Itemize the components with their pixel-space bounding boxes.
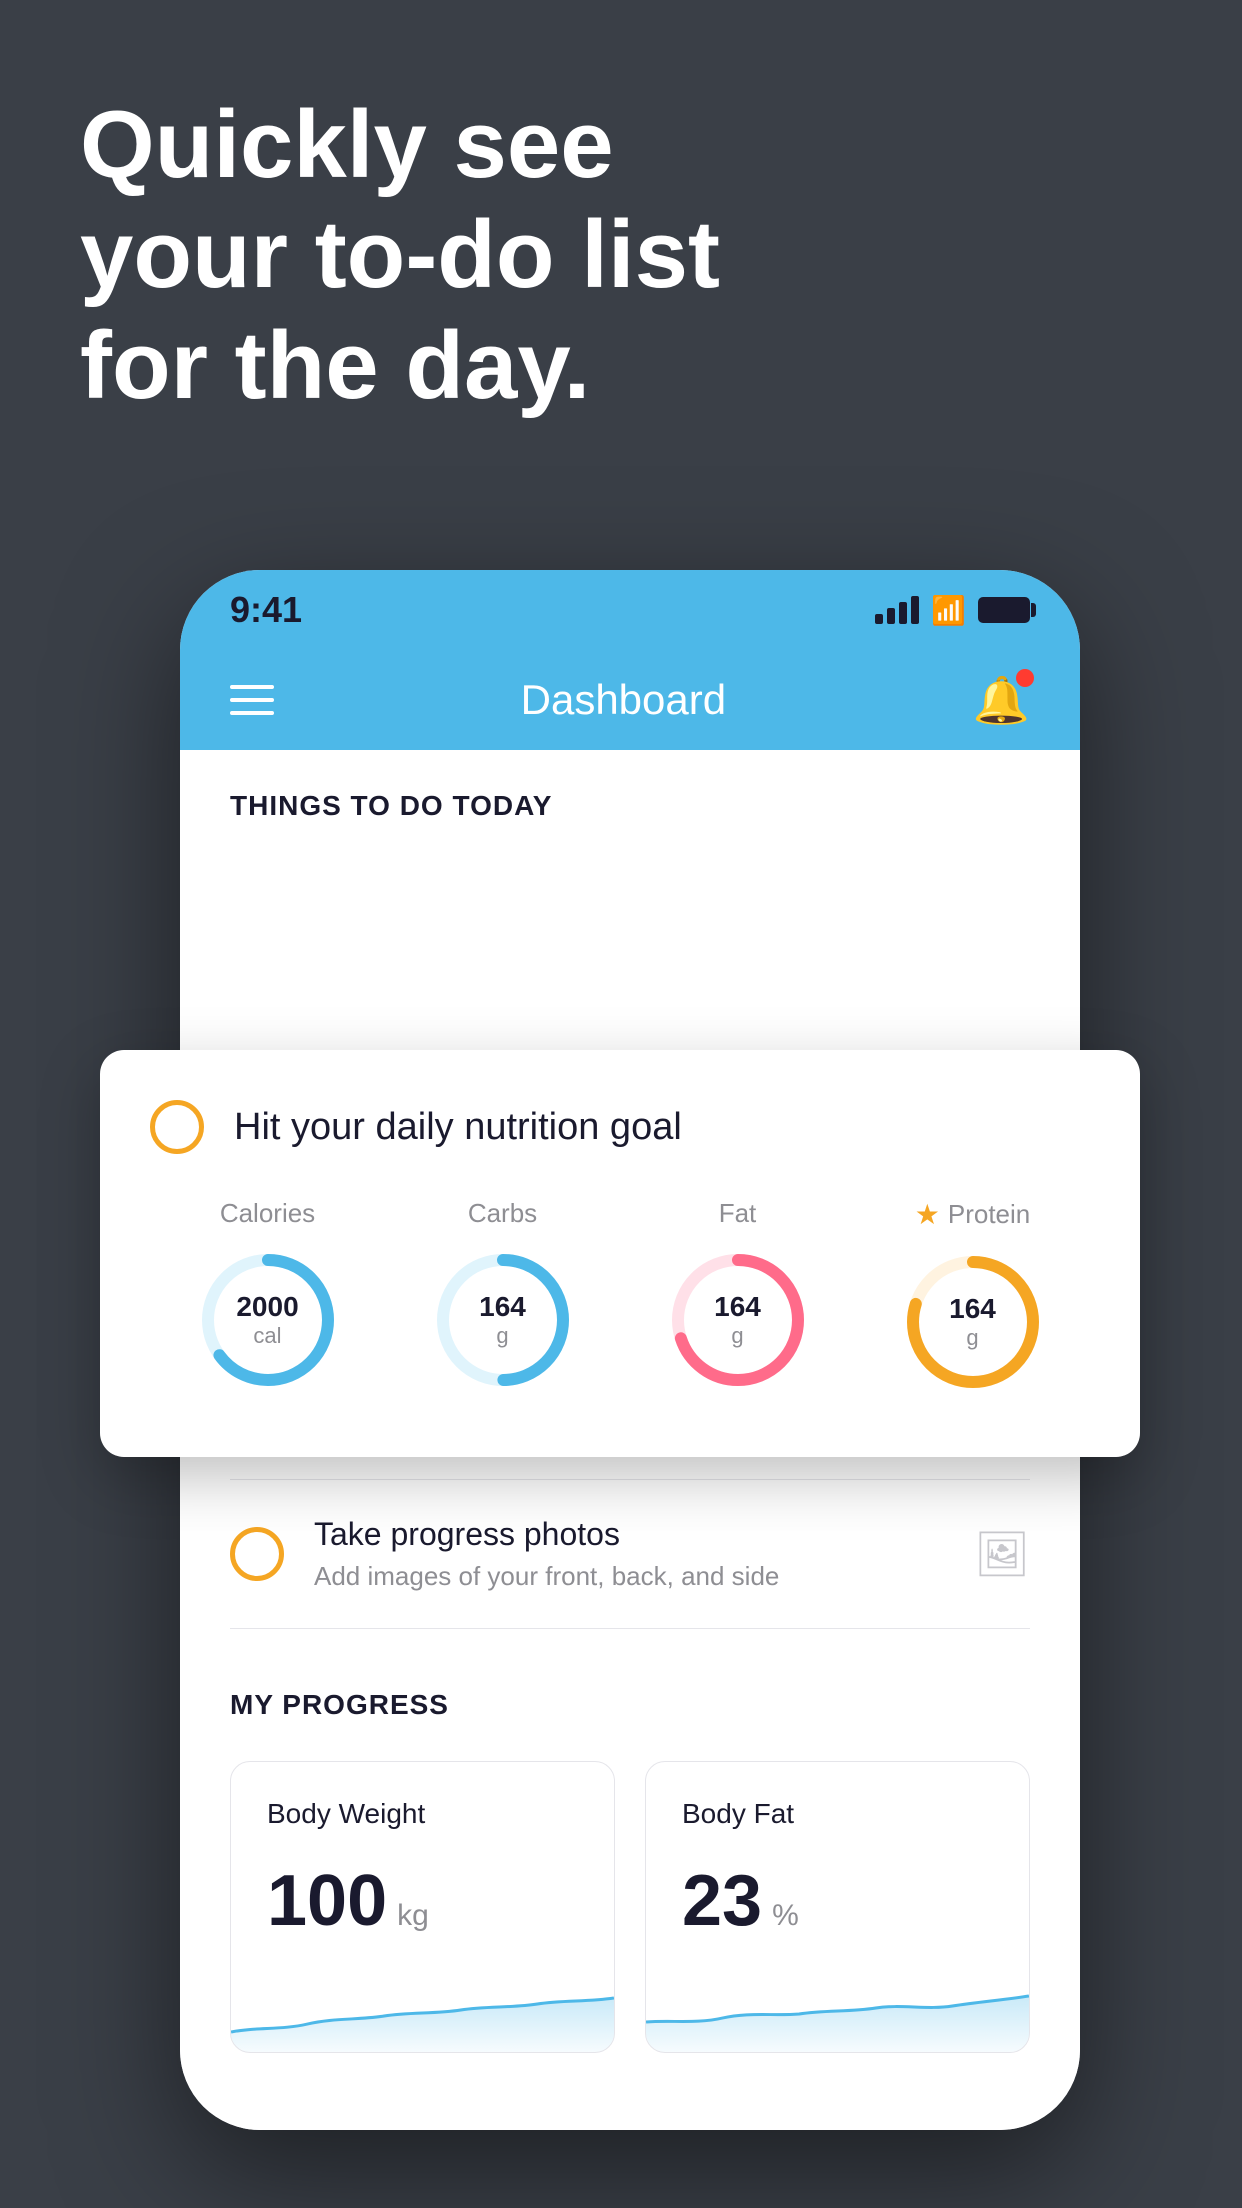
- wifi-icon: 📶: [931, 594, 966, 627]
- carbs-label: Carbs: [468, 1198, 537, 1229]
- signal-bars-icon: [875, 596, 919, 624]
- fat-circle: 164 g: [663, 1245, 813, 1395]
- calories-label: Calories: [220, 1198, 315, 1229]
- star-icon: ★: [915, 1198, 940, 1231]
- signal-bar-3: [899, 602, 907, 624]
- hamburger-menu[interactable]: [230, 685, 274, 715]
- fat-value: 164 g: [714, 1291, 761, 1349]
- status-bar: 9:41 📶: [180, 570, 1080, 650]
- carbs-circle: 164 g: [428, 1245, 578, 1395]
- calories-value: 2000 cal: [236, 1291, 298, 1349]
- my-progress-section: MY PROGRESS Body Weight 100 kg: [180, 1629, 1080, 2093]
- body-fat-title: Body Fat: [682, 1798, 993, 1830]
- nutrition-protein: ★ Protein 164 g: [898, 1198, 1048, 1397]
- nutrition-circles-row: Calories 2000 cal Carbs: [150, 1198, 1090, 1397]
- body-weight-card[interactable]: Body Weight 100 kg: [230, 1761, 615, 2053]
- nav-title: Dashboard: [521, 676, 726, 724]
- photo-icon: 🖼: [974, 1528, 1030, 1580]
- headline-line1: Quickly see: [80, 91, 614, 198]
- todo-content-photos: Take progress photos Add images of your …: [314, 1516, 974, 1592]
- body-weight-title: Body Weight: [267, 1798, 578, 1830]
- carbs-value: 164 g: [479, 1291, 526, 1349]
- hamburger-line-3: [230, 711, 274, 715]
- nutrition-radio[interactable]: [150, 1100, 204, 1154]
- protein-label-row: ★ Protein: [915, 1198, 1031, 1231]
- nutrition-carbs: Carbs 164 g: [428, 1198, 578, 1395]
- nav-bar: Dashboard 🔔: [180, 650, 1080, 750]
- body-weight-unit: kg: [397, 1899, 429, 1933]
- background-headline: Quickly see your to-do list for the day.: [80, 90, 720, 421]
- todo-title-photos: Take progress photos: [314, 1516, 974, 1553]
- hamburger-line-2: [230, 698, 274, 702]
- nutrition-calories: Calories 2000 cal: [193, 1198, 343, 1395]
- protein-value: 164 g: [949, 1293, 996, 1351]
- todo-subtitle-photos: Add images of your front, back, and side: [314, 1561, 974, 1592]
- headline-line3: for the day.: [80, 312, 590, 419]
- body-weight-chart: [231, 1972, 614, 2052]
- body-fat-card[interactable]: Body Fat 23 %: [645, 1761, 1030, 2053]
- todo-item-photos[interactable]: Take progress photos Add images of your …: [230, 1480, 1030, 1629]
- body-weight-chart-svg: [231, 1972, 614, 2052]
- body-fat-value: 23: [682, 1860, 762, 1942]
- headline-line2: your to-do list: [80, 201, 720, 308]
- fat-label: Fat: [719, 1198, 757, 1229]
- nutrition-fat: Fat 164 g: [663, 1198, 813, 1395]
- body-fat-value-row: 23 %: [682, 1860, 993, 1942]
- body-weight-value: 100: [267, 1860, 387, 1942]
- progress-header: MY PROGRESS: [230, 1689, 1030, 1721]
- body-weight-value-row: 100 kg: [267, 1860, 578, 1942]
- status-time: 9:41: [230, 589, 302, 631]
- progress-cards: Body Weight 100 kg: [230, 1761, 1030, 2053]
- protein-label: Protein: [948, 1199, 1030, 1230]
- todo-radio-photos[interactable]: [230, 1527, 284, 1581]
- calories-circle: 2000 cal: [193, 1245, 343, 1395]
- notification-bell-button[interactable]: 🔔: [973, 673, 1030, 728]
- signal-bar-1: [875, 614, 883, 624]
- signal-bar-2: [887, 608, 895, 624]
- protein-circle: 164 g: [898, 1247, 1048, 1397]
- nutrition-card-title: Hit your daily nutrition goal: [234, 1106, 682, 1149]
- notification-dot: [1016, 669, 1034, 687]
- nutrition-card-header: Hit your daily nutrition goal: [150, 1100, 1090, 1154]
- things-to-do-header: THINGS TO DO TODAY: [180, 750, 1080, 842]
- body-fat-chart-svg: [646, 1972, 1029, 2052]
- nutrition-card: Hit your daily nutrition goal Calories 2…: [100, 1050, 1140, 1457]
- body-fat-chart: [646, 1972, 1029, 2052]
- signal-bar-4: [911, 596, 919, 624]
- battery-icon: [978, 597, 1030, 623]
- hamburger-line-1: [230, 685, 274, 689]
- body-fat-unit: %: [772, 1899, 799, 1933]
- status-icons: 📶: [875, 594, 1030, 627]
